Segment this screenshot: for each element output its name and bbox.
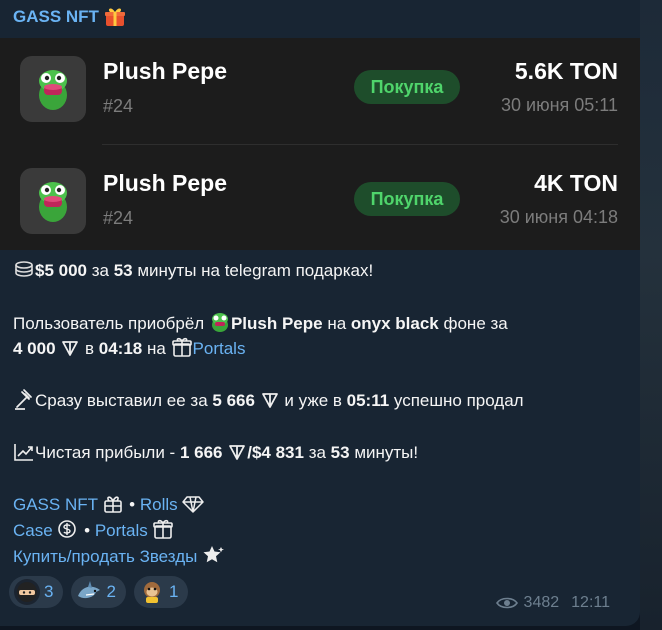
gift-icon [104,8,125,26]
reaction-chip[interactable]: 3 [9,576,64,608]
trade-row: Plush Pepe #24 Покупка 5.6K TON 30 июня … [0,38,640,150]
trade-price: 4K TON [534,170,618,196]
message-bubble: GASS NFT Plush Pepe #24 Покупка 5.6K TON… [0,0,640,626]
links-line-1: GASS NFT • Rolls [13,492,205,517]
links-line-2: Case • Portals [13,518,174,543]
trade-row: Plush Pepe #24 Покупка 4K TON 30 июня 04… [0,150,640,262]
pepe-emoji-icon [211,313,228,332]
trade-date: 30 июня 05:11 [501,95,618,115]
shark-emoji-icon [76,579,102,605]
ton-icon [261,393,278,408]
chart-up-icon [14,444,33,461]
coins-icon [15,261,33,277]
stars-link[interactable]: Купить/продать Звезды [13,547,197,566]
dollar-coin-icon [58,520,77,538]
message-line-price: 4 000 в 04:18 на Portals [13,336,245,361]
views-eye-icon [495,597,518,609]
buy-badge: Покупка [354,182,460,216]
message-meta: 3482 12:11 [495,594,610,612]
trades-card[interactable]: Plush Pepe #24 Покупка 5.6K TON 30 июня … [0,38,640,250]
pepe-icon [39,70,67,110]
nft-number: #24 [103,96,134,116]
nft-name: Plush Pepe [103,58,227,84]
ton-icon [62,341,79,356]
case-link[interactable]: Case [13,521,53,540]
gift-box-icon [153,519,174,539]
gass-nft-link[interactable]: GASS NFT [13,495,98,514]
reaction-chip[interactable]: 1 [133,576,189,608]
pepe-icon [39,182,67,222]
nft-number: #24 [103,208,134,228]
portals-link[interactable]: Portals [193,339,246,358]
reaction-count: 1 [168,582,179,601]
monkey-emoji-icon [139,579,165,605]
diamond-icon [182,496,205,513]
rolls-link[interactable]: Rolls [140,495,178,514]
plush-pepe-thumbnail [20,56,86,122]
view-count: 3482 [523,594,560,611]
ninja-emoji-icon [14,579,40,605]
buy-badge: Покупка [354,70,460,104]
gift-box-icon [171,337,192,357]
message-line-profit: Чистая прибыли - 1 666 /$4 831 за 53 мин… [13,440,418,465]
reaction-count: 3 [44,582,54,601]
portals-link[interactable]: Portals [95,521,148,540]
nft-name: Plush Pepe [103,170,227,196]
divider [102,144,618,145]
message-line-purchase: Пользователь приобрёл Plush Pepe на onyx… [13,311,508,336]
star-icon [203,546,225,563]
message-line-summary: $5 000 за 53 минуты на telegram подарках… [13,258,373,283]
reactions-bar: 3 2 1 [9,576,189,608]
trade-date: 30 июня 04:18 [499,207,618,227]
links-line-3: Купить/продать Звезды [13,544,226,569]
reaction-chip[interactable]: 2 [71,576,126,608]
trade-price: 5.6K TON [514,58,618,84]
ton-icon [229,445,246,460]
message-time: 12:11 [571,594,610,611]
gift-outline-icon [104,496,123,513]
channel-name[interactable]: GASS NFT [13,6,126,28]
reaction-count: 2 [106,582,116,601]
message-line-listing: Сразу выставил ее за 5 666 и уже в 05:11… [13,388,524,413]
chat-background [640,0,662,630]
plush-pepe-thumbnail [20,168,86,234]
auction-hammer-icon [15,389,32,410]
